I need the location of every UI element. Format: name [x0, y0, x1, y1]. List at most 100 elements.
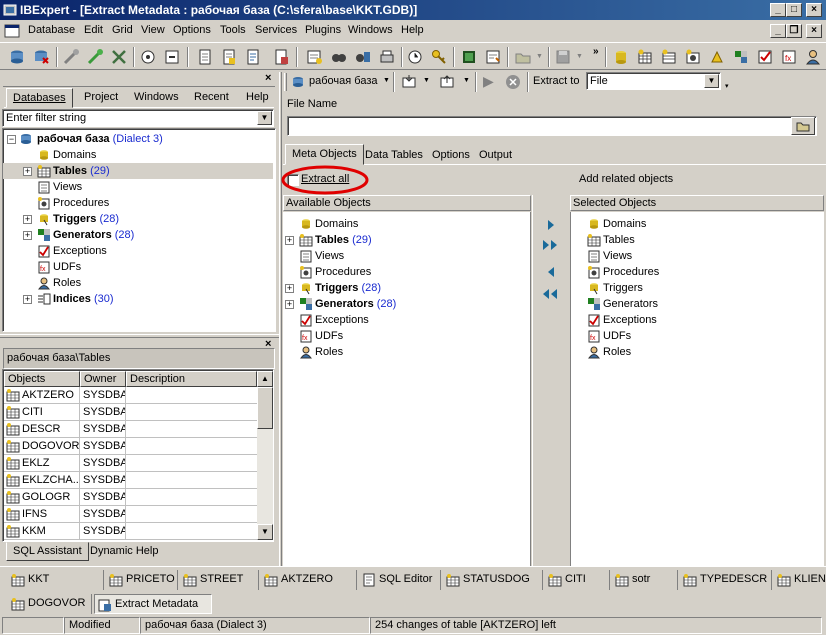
menu-services[interactable]: Services	[255, 24, 297, 36]
available-roles[interactable]: Roles	[283, 344, 529, 360]
expand-icon[interactable]: +	[285, 236, 294, 245]
form-mode-icon[interactable]	[484, 48, 502, 66]
selected-udfs[interactable]: fx UDFs	[571, 328, 821, 344]
extract-to-dropdown-icon[interactable]: ▼	[704, 74, 719, 88]
new-exception-icon[interactable]	[756, 48, 774, 66]
add-related-objects-label[interactable]: Add related objects	[579, 173, 673, 185]
available-udfs[interactable]: fx UDFs	[283, 328, 529, 344]
tree-node-domains[interactable]: Domains	[3, 147, 273, 163]
table-row[interactable]: DOGOVOR SYSDBA	[4, 438, 257, 455]
tree-node-generators[interactable]: + Generators (28)	[3, 227, 273, 243]
window-tab-sql-editor[interactable]: SQL Editor	[359, 570, 441, 590]
selected-triggers[interactable]: Triggers	[571, 280, 821, 296]
tree-node-indices[interactable]: + Indices (30)	[3, 291, 273, 307]
selected-generators[interactable]: Generators	[571, 296, 821, 312]
expand-icon[interactable]: +	[23, 215, 32, 224]
window-tab-dogovor[interactable]: DOGOVOR	[8, 594, 92, 614]
table-row[interactable]: IFNS SYSDBA	[4, 506, 257, 523]
maximize-button[interactable]: □	[786, 3, 802, 17]
menu-tools[interactable]: Tools	[220, 24, 246, 36]
mdi-close-button[interactable]: ×	[806, 24, 822, 38]
expand-icon[interactable]: +	[23, 295, 32, 304]
tab-meta-objects[interactable]: Meta Objects	[285, 144, 364, 165]
browse-file-button[interactable]	[791, 117, 815, 135]
new-trigger-icon[interactable]	[708, 48, 726, 66]
database-selector-dropdown-icon[interactable]: ▼	[383, 77, 390, 84]
table-row[interactable]: EKLZCHA... SYSDBA	[4, 472, 257, 489]
window-tab-extract-metadata[interactable]: Extract Metadata	[94, 594, 212, 614]
tab-output[interactable]: Output	[473, 146, 518, 166]
toolbar-chevron-icon[interactable]: ▾	[725, 82, 729, 90]
selected-procedures[interactable]: Procedures	[571, 264, 821, 280]
tab-project[interactable]: Project	[78, 88, 124, 108]
window-tab-kkt[interactable]: KKT	[8, 570, 104, 590]
table-row[interactable]: GOLOGR SYSDBA	[4, 489, 257, 506]
stop-icon[interactable]	[505, 74, 521, 90]
minimize-button[interactable]: _	[770, 3, 786, 17]
available-exceptions[interactable]: Exceptions	[283, 312, 529, 328]
plan-icon[interactable]	[406, 48, 424, 66]
grid-mode-icon[interactable]	[460, 48, 478, 66]
mdi-minimize-button[interactable]: _	[770, 24, 786, 38]
expand-icon[interactable]: +	[285, 284, 294, 293]
key-icon[interactable]	[430, 48, 448, 66]
load-config-dropdown-icon[interactable]: ▼	[423, 77, 430, 84]
register-db-icon[interactable]	[8, 48, 26, 66]
tab-help[interactable]: Help	[240, 88, 275, 108]
open-icon[interactable]	[514, 48, 532, 66]
window-tab-priceto[interactable]: PRICETO	[106, 570, 178, 590]
table-row[interactable]: CITI SYSDBA	[4, 404, 257, 421]
tree-node-tables[interactable]: + Tables (29)	[3, 163, 273, 179]
tree-node-triggers[interactable]: + Triggers (28)	[3, 211, 273, 227]
menu-windows[interactable]: Windows	[348, 24, 393, 36]
tab-dynamic-help[interactable]: Dynamic Help	[86, 543, 164, 557]
menu-plugins[interactable]: Plugins	[305, 24, 341, 36]
mdi-child-icon[interactable]	[4, 24, 20, 38]
menu-grid[interactable]: Grid	[112, 24, 133, 36]
toolbar-overflow-icon[interactable]: »	[593, 46, 599, 57]
connect-db-icon[interactable]	[62, 48, 80, 66]
filter-input[interactable]: Enter filter string	[6, 112, 86, 124]
new-db-icon[interactable]	[139, 48, 157, 66]
explorer-close-icon[interactable]: ×	[265, 72, 271, 84]
object-grid[interactable]: Objects Owner Description AKTZERO SYSDBA…	[2, 369, 274, 542]
window-tab-aktzero[interactable]: AKTZERO	[261, 570, 357, 590]
collapse-icon[interactable]: −	[7, 135, 16, 144]
title-bar[interactable]: IBExpert - [Extract Metadata : рабочая б…	[0, 0, 826, 20]
new-generator-icon[interactable]	[732, 48, 750, 66]
scroll-up-icon[interactable]: ▲	[257, 371, 273, 387]
run-icon[interactable]: ▶	[483, 73, 494, 90]
move-all-right-icon[interactable]	[541, 238, 561, 252]
available-procedures[interactable]: Procedures	[283, 264, 529, 280]
backup-icon[interactable]	[163, 48, 181, 66]
save-config-icon[interactable]	[439, 73, 457, 91]
available-objects-tree[interactable]: Domains + Tables (29) Views Procedures + Trigg…	[283, 212, 531, 566]
file-name-input[interactable]	[287, 116, 817, 136]
close-button[interactable]: ×	[806, 3, 822, 17]
load-config-icon[interactable]	[401, 73, 419, 91]
filter-dropdown-icon[interactable]: ▼	[257, 111, 272, 125]
available-triggers[interactable]: + Triggers (28)	[283, 280, 529, 296]
script-icon[interactable]	[244, 48, 262, 66]
extract-to-combobox[interactable]: File ▼	[586, 72, 721, 90]
sql-editor-icon[interactable]	[306, 48, 324, 66]
object-grid-scrollbar[interactable]: ▲ ▼	[257, 371, 273, 540]
database-tree[interactable]: − рабочая база (Dialect 3) Domains + Tab…	[2, 128, 276, 332]
scroll-down-icon[interactable]: ▼	[257, 524, 273, 540]
table-row[interactable]: EKLZ SYSDBA	[4, 455, 257, 472]
menu-help[interactable]: Help	[401, 24, 424, 36]
database-selector[interactable]: рабочая база	[309, 75, 377, 87]
tab-databases[interactable]: Databases	[6, 88, 73, 108]
disconnect-db-icon[interactable]	[86, 48, 104, 66]
print-icon[interactable]	[378, 48, 396, 66]
expand-icon[interactable]: +	[285, 300, 294, 309]
available-views[interactable]: Views	[283, 248, 529, 264]
tree-node-views[interactable]: Views	[3, 179, 273, 195]
move-right-icon[interactable]	[544, 218, 558, 232]
move-all-left-icon[interactable]	[541, 287, 561, 301]
column-header-objects[interactable]: Objects	[4, 371, 80, 387]
menu-edit[interactable]: Edit	[84, 24, 103, 36]
doc-new-icon[interactable]	[220, 48, 238, 66]
compare-icon[interactable]	[354, 48, 372, 66]
selected-tables[interactable]: Tables	[571, 232, 821, 248]
